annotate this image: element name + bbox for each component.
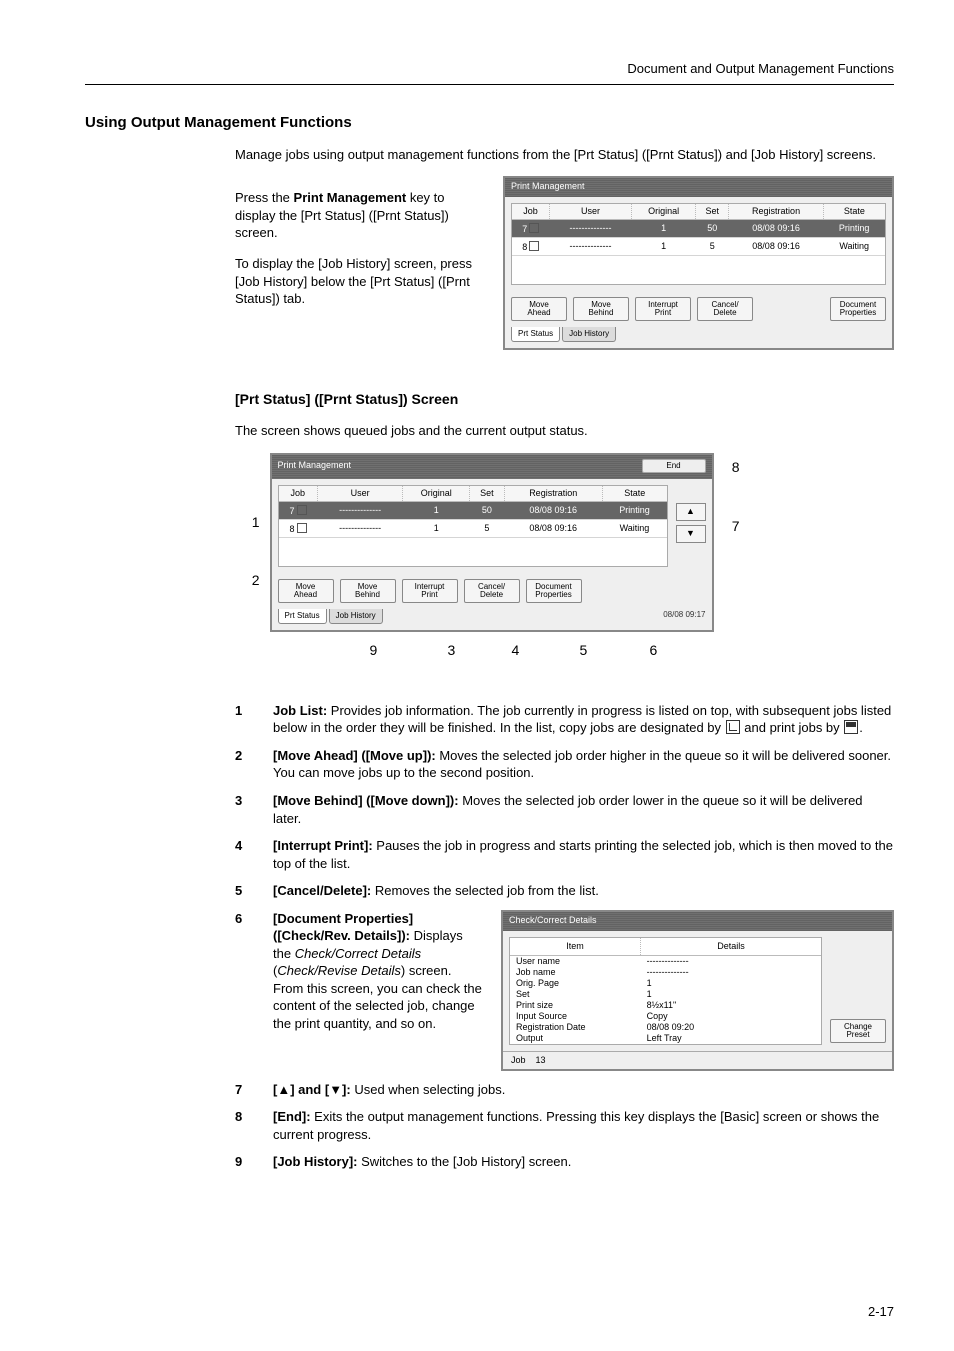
subsection-intro: The screen shows queued jobs and the cur… — [235, 422, 894, 440]
callout-6: 6 — [650, 641, 658, 660]
print-type-icon — [844, 720, 858, 734]
document-properties-button[interactable]: Document Properties — [526, 579, 582, 603]
job-footer: Job 13 — [503, 1051, 892, 1069]
device-titlebar: Print Management — [505, 178, 892, 197]
job-table: Job User Original Set Registration State… — [512, 204, 885, 284]
tab-prt-status[interactable]: Prt Status — [278, 609, 327, 624]
end-button[interactable]: End — [642, 459, 706, 473]
cancel-delete-button[interactable]: Cancel/ Delete — [464, 579, 520, 603]
interrupt-print-button[interactable]: Interrupt Print — [402, 579, 458, 603]
print-management-screen-1: Print Management Job User Original Set R… — [503, 176, 894, 350]
list-item-1: 1 Job List: Provides job information. Th… — [235, 702, 894, 737]
subsection-heading: [Prt Status] ([Prnt Status]) Screen — [235, 390, 894, 409]
table-row[interactable]: 8 -------------- 1 5 08/08 09:16 Waiting — [279, 519, 667, 537]
callout-4: 4 — [512, 641, 520, 660]
move-ahead-button[interactable]: Move Ahead — [511, 297, 567, 321]
job-table: Job User Original Set Registration State… — [279, 486, 667, 566]
instruction-paragraph-1: Press the Print Management key to displa… — [235, 189, 485, 242]
check-correct-details-screen: Check/Correct Details Item Details User … — [501, 910, 894, 1071]
copy-job-icon — [297, 523, 307, 533]
move-behind-button[interactable]: Move Behind — [573, 297, 629, 321]
document-properties-button[interactable]: Document Properties — [830, 297, 886, 321]
cancel-delete-button[interactable]: Cancel/ Delete — [697, 297, 753, 321]
page-number: 2-17 — [868, 1303, 894, 1321]
intro-paragraph: Manage jobs using output management func… — [235, 146, 894, 164]
callout-7: 7 — [732, 517, 740, 536]
move-behind-button[interactable]: Move Behind — [340, 579, 396, 603]
section-heading: Using Output Management Functions — [85, 113, 894, 133]
list-item-8: 8 [End]: Exits the output management fun… — [235, 1108, 894, 1143]
copy-job-icon — [529, 241, 539, 251]
callout-5: 5 — [580, 641, 588, 660]
list-item-5: 5 [Cancel/Delete]: Removes the selected … — [235, 882, 894, 900]
device-titlebar: Print Management End — [272, 455, 712, 479]
device-titlebar: Check/Correct Details — [503, 912, 892, 931]
move-ahead-button[interactable]: Move Ahead — [278, 579, 334, 603]
scroll-up-button[interactable]: ▲ — [676, 503, 706, 521]
copy-job-icon — [529, 223, 539, 233]
callout-1: 1 — [240, 513, 260, 532]
details-table: Item Details User name-------------- Job… — [510, 938, 821, 1044]
list-item-2: 2 [Move Ahead] ([Move up]): Moves the se… — [235, 747, 894, 782]
device-timestamp: 08/08 09:17 — [663, 609, 711, 623]
list-item-7: 7 [▲] and [▼]: Used when selecting jobs. — [235, 1081, 894, 1099]
change-preset-button[interactable]: Change Preset — [830, 1019, 886, 1043]
list-item-4: 4 [Interrupt Print]: Pauses the job in p… — [235, 837, 894, 872]
interrupt-print-button[interactable]: Interrupt Print — [635, 297, 691, 321]
copy-job-icon — [297, 505, 307, 515]
table-row[interactable]: 7 -------------- 1 50 08/08 09:16 Printi… — [279, 501, 667, 519]
instruction-paragraph-2: To display the [Job History] screen, pre… — [235, 255, 485, 308]
callout-9: 9 — [370, 641, 378, 660]
tab-job-history[interactable]: Job History — [329, 609, 383, 624]
table-row[interactable]: 8 -------------- 1 5 08/08 09:16 Waiting — [512, 238, 885, 256]
tab-prt-status[interactable]: Prt Status — [511, 327, 560, 342]
table-row[interactable]: 7 -------------- 1 50 08/08 09:16 Printi… — [512, 220, 885, 238]
callout-3: 3 — [448, 641, 456, 660]
print-management-screen-2: Print Management End Job User Original S… — [270, 453, 714, 632]
scroll-down-button[interactable]: ▼ — [676, 525, 706, 543]
copy-type-icon — [726, 720, 740, 734]
callout-8: 8 — [732, 458, 740, 477]
list-item-3: 3 [Move Behind] ([Move down]): Moves the… — [235, 792, 894, 827]
list-item-6: 6 [Document Properties] ([Check/Rev. Det… — [235, 910, 894, 1071]
callout-2: 2 — [240, 571, 260, 590]
running-header: Document and Output Management Functions — [85, 60, 894, 85]
tab-job-history[interactable]: Job History — [562, 327, 616, 342]
list-item-9: 9 [Job History]: Switches to the [Job Hi… — [235, 1153, 894, 1171]
